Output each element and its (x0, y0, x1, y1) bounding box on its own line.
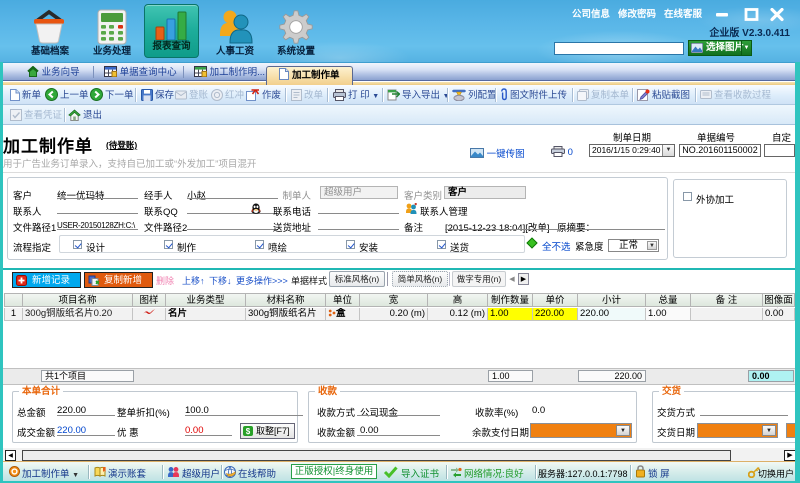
svg-text:$: $ (246, 427, 251, 436)
